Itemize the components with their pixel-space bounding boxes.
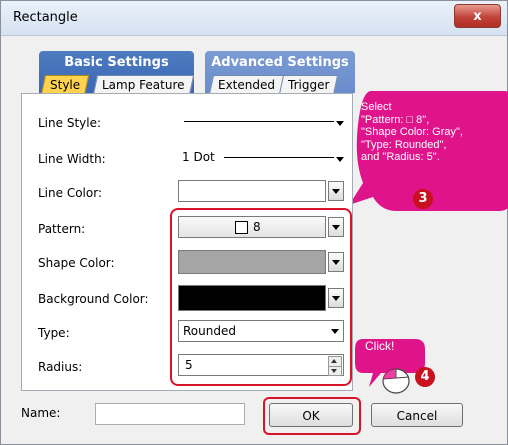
pattern-label: Pattern: <box>38 222 86 236</box>
tab-trigger-label: Trigger <box>288 78 330 92</box>
tab-lamp-feature[interactable]: Lamp Feature <box>92 75 194 95</box>
advanced-settings-label: Advanced Settings <box>211 55 349 70</box>
type-label: Type: <box>38 326 70 340</box>
chevron-down-icon <box>336 121 344 126</box>
chevron-down-icon <box>332 189 340 194</box>
settings-panel: Line Style: Line Width: 1 Dot Line Color… <box>21 93 353 391</box>
line-width-value: 1 Dot <box>182 150 215 164</box>
rectangle-dialog: Rectangle x Basic Settings Advanced Sett… <box>0 0 508 445</box>
ok-button[interactable]: OK <box>269 403 353 427</box>
line-style-label: Line Style: <box>38 116 102 130</box>
name-input[interactable] <box>95 403 245 425</box>
footer: Name: OK Cancel <box>1 395 507 445</box>
radius-label: Radius: <box>38 360 83 374</box>
line-width-select[interactable]: 1 Dot <box>178 146 348 168</box>
line-style-select[interactable] <box>178 110 348 132</box>
basic-settings-label: Basic Settings <box>64 55 169 70</box>
line-style-preview <box>184 121 334 122</box>
title-bar: Rectangle x <box>1 1 507 36</box>
click-text: Click! <box>365 339 395 353</box>
tab-extended-label: Extended <box>218 78 275 92</box>
shape-color-label: Shape Color: <box>38 256 115 270</box>
mouse-icon <box>382 368 410 394</box>
name-label: Name: <box>21 406 61 420</box>
tab-lamp-feature-label: Lamp Feature <box>102 78 185 92</box>
highlight-box <box>170 208 352 386</box>
line-width-preview <box>224 157 334 158</box>
chevron-down-icon <box>336 157 344 162</box>
cancel-button[interactable]: Cancel <box>371 403 463 427</box>
dialog-title: Rectangle <box>13 10 78 25</box>
click-callout: Click! 4 <box>353 335 453 395</box>
step-4-badge: 4 <box>415 367 435 387</box>
close-button[interactable]: x <box>454 4 501 28</box>
line-color-label: Line Color: <box>38 186 102 200</box>
tab-trigger[interactable]: Trigger <box>278 75 339 95</box>
callout-text: Select "Pattern: □ 8", "Shape Color: Gra… <box>361 101 463 163</box>
background-color-label: Background Color: <box>38 292 149 306</box>
tab-style[interactable]: Style <box>40 75 90 95</box>
instruction-callout: Select "Pattern: □ 8", "Shape Color: Gra… <box>349 87 508 215</box>
step-3-badge: 3 <box>413 189 433 209</box>
line-color-dropdown[interactable] <box>328 181 344 201</box>
tab-extended[interactable]: Extended <box>208 75 285 95</box>
line-width-label: Line Width: <box>38 152 106 166</box>
tab-style-label: Style <box>50 78 81 92</box>
line-color-swatch[interactable] <box>178 180 326 202</box>
